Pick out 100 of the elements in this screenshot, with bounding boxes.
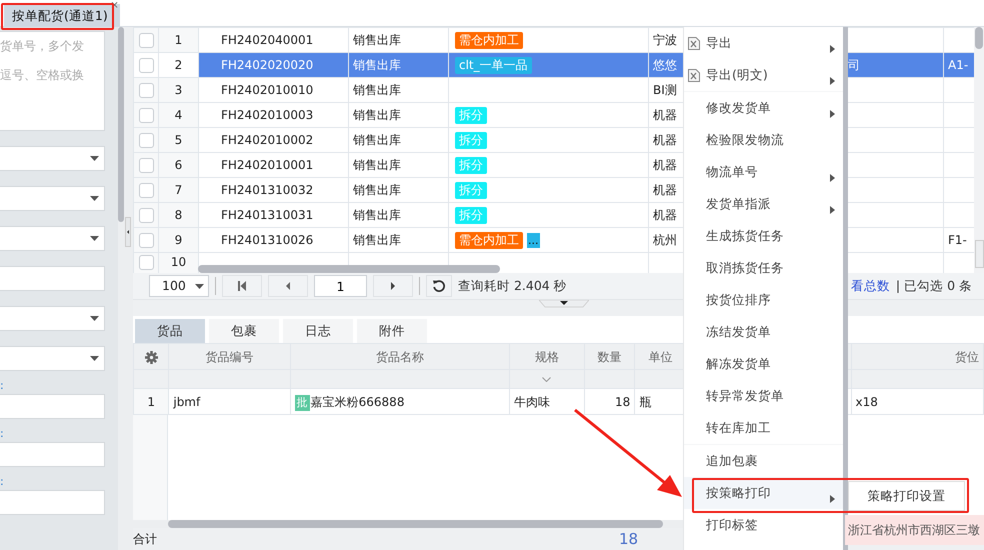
collapse-handle-icon[interactable] <box>125 217 131 247</box>
row-number: 5 <box>174 133 182 147</box>
menu-item[interactable]: 转异常发货单 <box>684 380 843 412</box>
page-number-field[interactable]: 1 <box>314 275 367 297</box>
input-field[interactable] <box>0 490 105 515</box>
table-cell-text: 机器 <box>653 183 677 197</box>
table-cell-text: 机器 <box>653 133 677 147</box>
row-number: 6 <box>174 158 182 172</box>
row-checkbox[interactable] <box>138 83 154 98</box>
table-cell-text: F1- <box>948 233 967 247</box>
row-checkbox[interactable] <box>138 33 154 48</box>
scrollbar-thumb[interactable] <box>198 265 500 273</box>
splitter-handle-icon[interactable] <box>539 300 589 308</box>
menu-item[interactable]: 按货位排序 <box>684 284 843 316</box>
table-cell-text: A1- <box>948 58 968 72</box>
order-tag: 拆分 <box>455 132 487 149</box>
submenu-arrow-icon <box>830 110 835 118</box>
order-type: 销售出库 <box>353 233 401 247</box>
refresh-button[interactable] <box>426 275 452 297</box>
menu-item[interactable]: 修改发货单 <box>684 92 843 124</box>
table-cell-text: 司 <box>848 58 860 72</box>
order-number: FH2402020020 <box>221 58 314 72</box>
order-tag: 拆分 <box>455 107 487 124</box>
row-checkbox[interactable] <box>138 58 154 74</box>
file-icon <box>688 36 700 50</box>
detail-tab[interactable]: 附件 <box>357 319 427 343</box>
total-quantity: 18 <box>619 528 638 550</box>
submenu-item[interactable]: 策略打印设置 <box>848 481 965 511</box>
dropdown-field[interactable] <box>0 186 105 211</box>
row-number: 9 <box>174 233 182 247</box>
row-number: 4 <box>174 108 182 122</box>
table-cell-text: 机器 <box>653 158 677 172</box>
scrollbar-thumb[interactable] <box>168 520 663 528</box>
menu-item[interactable]: 取消拣货任务 <box>684 252 843 284</box>
dropdown-field[interactable] <box>0 306 105 331</box>
field-label: : <box>0 474 5 490</box>
menu-item[interactable]: 发货单指派 <box>684 188 843 220</box>
chevron-down-icon[interactable] <box>542 377 552 382</box>
view-total-link[interactable]: 看总数 <box>850 276 890 296</box>
dropdown-field[interactable] <box>0 346 105 371</box>
scrollbar-thumb[interactable] <box>975 27 983 49</box>
menu-item[interactable]: 冻结发货单 <box>684 316 843 348</box>
menu-item[interactable]: 打印标签 <box>684 509 843 541</box>
menu-item[interactable]: 生成拣货任务 <box>684 220 843 252</box>
field-label: : <box>0 378 5 394</box>
row-checkbox[interactable] <box>138 233 154 248</box>
detail-tab[interactable]: 包裹 <box>209 319 279 343</box>
submenu-arrow-icon <box>830 44 835 53</box>
row-checkbox[interactable] <box>138 255 154 270</box>
order-tag: 拆分 <box>455 157 487 174</box>
detail-tab[interactable]: 日志 <box>283 319 353 343</box>
row-number: 3 <box>174 83 182 97</box>
input-field[interactable] <box>0 394 105 419</box>
menu-item[interactable]: 解冻发货单 <box>684 348 843 380</box>
table-cell-text: 宁波 <box>653 33 677 47</box>
expand-handle-icon[interactable] <box>975 240 984 268</box>
total-label: 合计 <box>133 531 157 548</box>
row-number: 8 <box>174 208 182 222</box>
menu-item[interactable]: 追加包裹 <box>684 445 843 477</box>
dropdown-field[interactable] <box>0 146 105 171</box>
menu-item[interactable]: 按策略打印 <box>684 477 843 509</box>
previous-page-button[interactable] <box>268 275 308 297</box>
page-size-select[interactable]: 100 <box>149 275 209 297</box>
order-number: FH2401310026 <box>221 233 314 247</box>
order-tag: 需仓内加工 <box>455 232 523 249</box>
first-page-button[interactable] <box>222 275 262 297</box>
row-checkbox[interactable] <box>138 183 154 198</box>
order-number-field[interactable]: 货单号，多个发逗号、空格或换 <box>0 31 105 131</box>
order-number: FH2401310031 <box>221 208 314 222</box>
order-tag: 需仓内加工 <box>455 32 523 49</box>
menu-item[interactable]: 检验限发物流 <box>684 124 843 156</box>
row-checkbox[interactable] <box>138 208 154 224</box>
more-button[interactable]: ... <box>527 233 540 248</box>
order-tag: 拆分 <box>455 207 487 224</box>
batch-badge: 批 <box>294 394 310 410</box>
scrollbar-thumb[interactable] <box>118 27 124 222</box>
menu-item[interactable]: 物流单号 <box>684 156 843 188</box>
field-label: : <box>0 426 5 442</box>
dropdown-field[interactable] <box>0 226 105 251</box>
row-checkbox[interactable] <box>138 108 154 124</box>
menu-item[interactable]: 导出(明文) <box>684 59 843 91</box>
submenu-arrow-icon <box>830 494 835 503</box>
dropdown-caret-icon <box>195 284 204 288</box>
input-field[interactable] <box>0 266 105 291</box>
input-field[interactable] <box>0 442 105 467</box>
refresh-icon <box>432 279 446 293</box>
address-tooltip: 浙江省杭州市西湖区三墩 <box>845 515 984 545</box>
next-page-button[interactable] <box>373 275 413 297</box>
order-number: FH2402010003 <box>221 108 314 122</box>
settings-icon[interactable] <box>144 350 158 364</box>
menu-item[interactable]: 导出 <box>684 27 843 59</box>
order-type: 销售出库 <box>353 83 401 97</box>
row-checkbox[interactable] <box>138 133 154 148</box>
row-checkbox[interactable] <box>138 158 154 174</box>
order-number: FH2402010001 <box>221 158 314 172</box>
submenu-arrow-icon <box>830 76 835 85</box>
order-number: FH2402010002 <box>221 133 314 147</box>
menu-item[interactable]: 转在库加工 <box>684 412 843 444</box>
detail-tab[interactable]: 货品 <box>135 319 205 343</box>
next-icon <box>390 281 396 291</box>
